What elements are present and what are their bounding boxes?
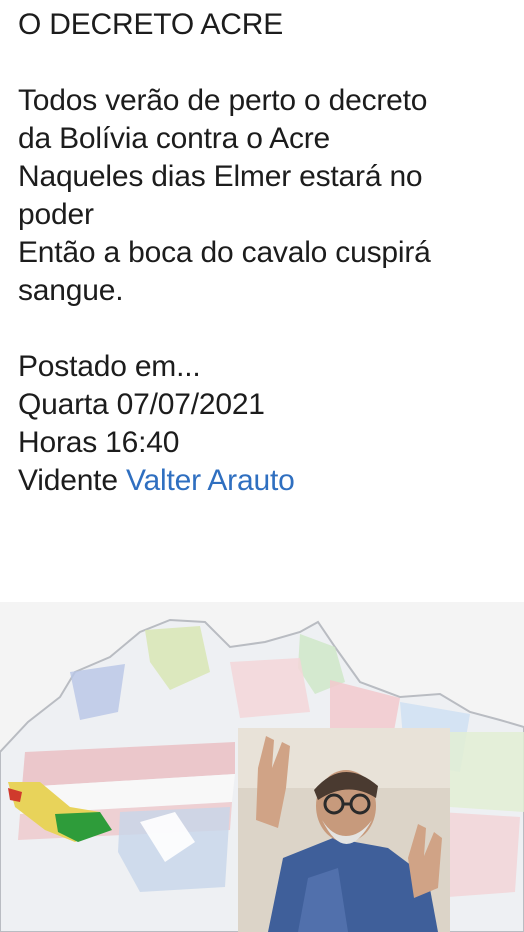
post-image[interactable]	[0, 602, 524, 932]
post-date: Quarta 07/07/2021	[18, 388, 265, 421]
man-with-raised-hands-icon	[238, 728, 450, 932]
body-line: Naqueles dias Elmer estará no	[18, 160, 423, 193]
author-line: Vidente Valter Arauto	[18, 462, 520, 500]
post-time: Horas 16:40	[18, 426, 180, 459]
author-prefix: Vidente	[18, 464, 126, 497]
author-link[interactable]: Valter Arauto	[126, 464, 295, 497]
post-text: O DECRETO ACRE Todos verão de perto o de…	[18, 6, 520, 500]
photo	[238, 728, 450, 932]
posted-label: Postado em...	[18, 350, 201, 383]
body-line: da Bolívia contra o Acre	[18, 122, 331, 155]
body-line: sangue.	[18, 274, 124, 307]
body-line: poder	[18, 198, 94, 231]
body-line: Todos verão de perto o decreto	[18, 84, 428, 117]
post-title: O DECRETO ACRE	[18, 8, 284, 41]
body-line: Então a boca do cavalo cuspirá	[18, 236, 431, 269]
post-card: O DECRETO ACRE Todos verão de perto o de…	[0, 0, 524, 932]
